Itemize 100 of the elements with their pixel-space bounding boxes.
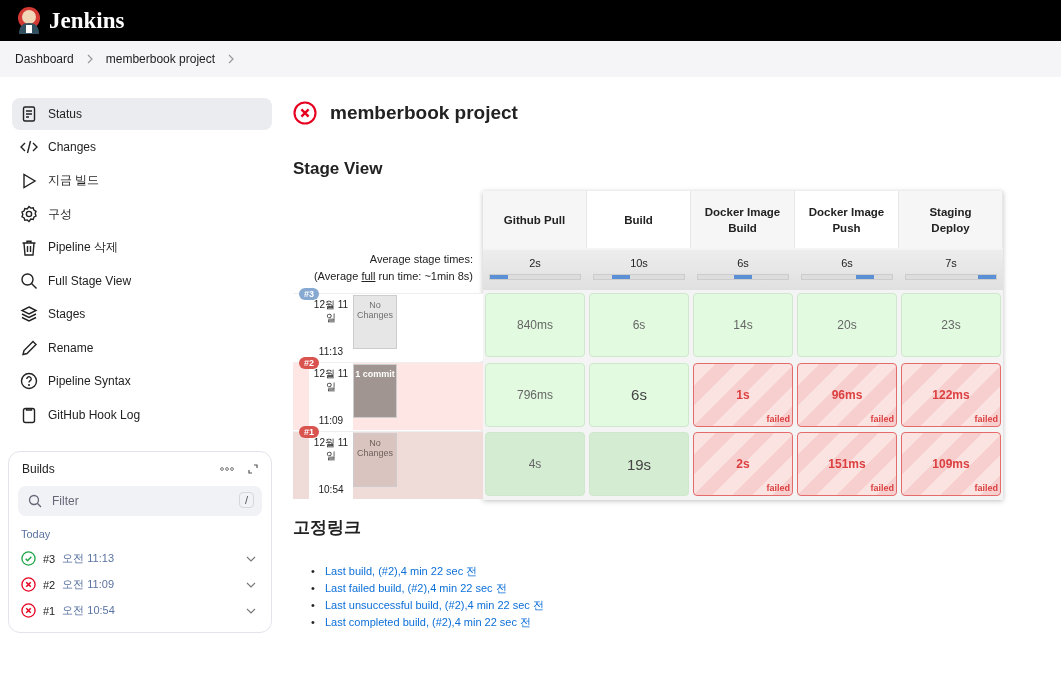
section-title: Stage View (293, 159, 384, 179)
build-time: 오전 10:54 (62, 603, 116, 618)
sidebar-item[interactable]: Pipeline 삭제 (12, 231, 272, 264)
build-number[interactable]: #3 (43, 552, 56, 565)
bullet: • (311, 581, 316, 596)
help-icon (20, 372, 38, 391)
layers-icon (20, 305, 38, 324)
build-badge[interactable]: #1 (299, 426, 319, 438)
permalink[interactable]: Last failed build, (#2),4 min 22 sec 전 (325, 582, 507, 594)
build-number[interactable]: #2 (43, 578, 56, 591)
section-title: 고정링크 (293, 517, 362, 539)
bullet: • (311, 615, 316, 630)
stage-cell[interactable]: 23s (901, 293, 1001, 358)
stage-header: Github Pull (483, 191, 587, 248)
build-date: 12월 11일 (313, 298, 349, 324)
stage-cell[interactable]: 4s (485, 432, 585, 497)
stage-cell[interactable]: 109ms failed (901, 432, 1001, 497)
stage-cell[interactable]: 796ms (485, 362, 585, 427)
duration: 6s (631, 386, 647, 404)
stage-cell[interactable]: 1s failed (693, 362, 793, 427)
bullet: • (311, 564, 316, 579)
average-time: 2s (529, 256, 541, 269)
stage-cell[interactable]: 19s (589, 432, 689, 497)
caret-icon[interactable] (246, 555, 256, 562)
sidebar-item[interactable]: GitHub Hook Log (12, 398, 272, 431)
duration: 796ms (517, 387, 553, 402)
document-icon (20, 105, 38, 123)
settings-icon (20, 205, 38, 224)
breadcrumb-link[interactable]: Dashboard (15, 52, 74, 66)
changes-box[interactable]: 1 commit (353, 364, 397, 418)
duration: 6s (632, 318, 646, 333)
build-time: 10:54 (318, 484, 344, 495)
build-date: 12월 11일 (313, 436, 349, 462)
duration: 2s (736, 457, 750, 472)
sidebar-item[interactable]: Stages (12, 298, 272, 331)
permalink[interactable]: Last completed build, (#2),4 min 22 sec 전 (325, 616, 532, 628)
pencil-icon (20, 338, 38, 357)
play-icon (20, 171, 38, 190)
average-run-time: (Average full run time: ~1min 8s) (312, 269, 473, 284)
stage-cell[interactable]: 6s (589, 362, 689, 427)
sidebar-item[interactable]: Rename (12, 331, 272, 364)
duration: 109ms (932, 457, 970, 472)
sidebar-item[interactable]: Status (12, 98, 272, 130)
build-badge[interactable]: #2 (299, 357, 319, 369)
duration: 122ms (932, 387, 970, 402)
group-label: Today (21, 527, 52, 540)
expand-icon[interactable] (248, 463, 258, 474)
sidebar-item[interactable]: 구성 (12, 198, 272, 231)
more-icon[interactable] (220, 466, 234, 471)
duration: 1s (736, 387, 750, 402)
duration: 840ms (517, 318, 553, 333)
average-time: 6s (737, 256, 749, 269)
trash-icon (20, 238, 38, 257)
clipboard-icon (20, 405, 38, 424)
duration: 14s (733, 318, 753, 333)
search-icon (28, 493, 42, 508)
app-title[interactable]: Jenkins (49, 7, 125, 34)
caret-icon[interactable] (246, 607, 256, 614)
stage-cell[interactable]: 20s (797, 293, 897, 358)
full-link[interactable]: full (361, 270, 376, 282)
build-time: 11:13 (318, 346, 344, 357)
stage-cell[interactable]: 14s (693, 293, 793, 358)
stage-cell[interactable]: 6s (589, 293, 689, 358)
build-time: 오전 11:13 (62, 551, 116, 566)
failed-label: failed (870, 483, 894, 494)
stage-header: Staging Deploy (899, 191, 1003, 248)
sidebar-item[interactable]: Full Stage View (12, 264, 272, 297)
sidebar-item[interactable]: Pipeline Syntax (12, 365, 272, 398)
stage-cell[interactable]: 151ms failed (797, 432, 897, 497)
average-time: 10s (630, 256, 648, 269)
caret-icon[interactable] (246, 581, 256, 588)
stage-cell[interactable]: 96ms failed (797, 362, 897, 427)
failed-label: failed (870, 413, 894, 424)
duration: 4s (528, 457, 542, 472)
breadcrumb-link[interactable]: memberbook project (105, 52, 216, 66)
sidebar-item[interactable]: Changes (12, 131, 272, 164)
stage-header: Build (587, 191, 691, 248)
stage-header: Docker Image Push (795, 191, 899, 248)
stage-cell[interactable]: 122ms failed (901, 362, 1001, 427)
duration: 151ms (828, 457, 866, 472)
duration: 23s (941, 318, 961, 333)
permalink[interactable]: Last unsuccessful build, (#2),4 min 22 sec 전 (325, 599, 544, 611)
sidebar-item[interactable]: 지금 빌드 (12, 164, 272, 197)
build-time: 오전 11:09 (62, 577, 116, 592)
build-number[interactable]: #1 (43, 604, 56, 617)
build-date: 12월 11일 (313, 367, 349, 393)
stage-header: Docker Image Build (691, 191, 795, 248)
chevron-icon[interactable] (227, 54, 236, 64)
stage-cell[interactable]: 840ms (485, 293, 585, 358)
failed-label: failed (974, 483, 998, 494)
build-time: 11:09 (318, 415, 344, 426)
failed-label: failed (766, 413, 790, 424)
stage-cell[interactable]: 2s failed (693, 432, 793, 497)
permalink[interactable]: Last build, (#2),4 min 22 sec 전 (325, 565, 478, 577)
chevron-icon[interactable] (85, 54, 94, 64)
panel-title: Builds (22, 461, 56, 476)
failed-label: failed (974, 413, 998, 424)
logo-icon (15, 5, 43, 36)
changes-box[interactable]: No Changes (353, 295, 397, 349)
changes-box[interactable]: No Changes (353, 433, 397, 487)
